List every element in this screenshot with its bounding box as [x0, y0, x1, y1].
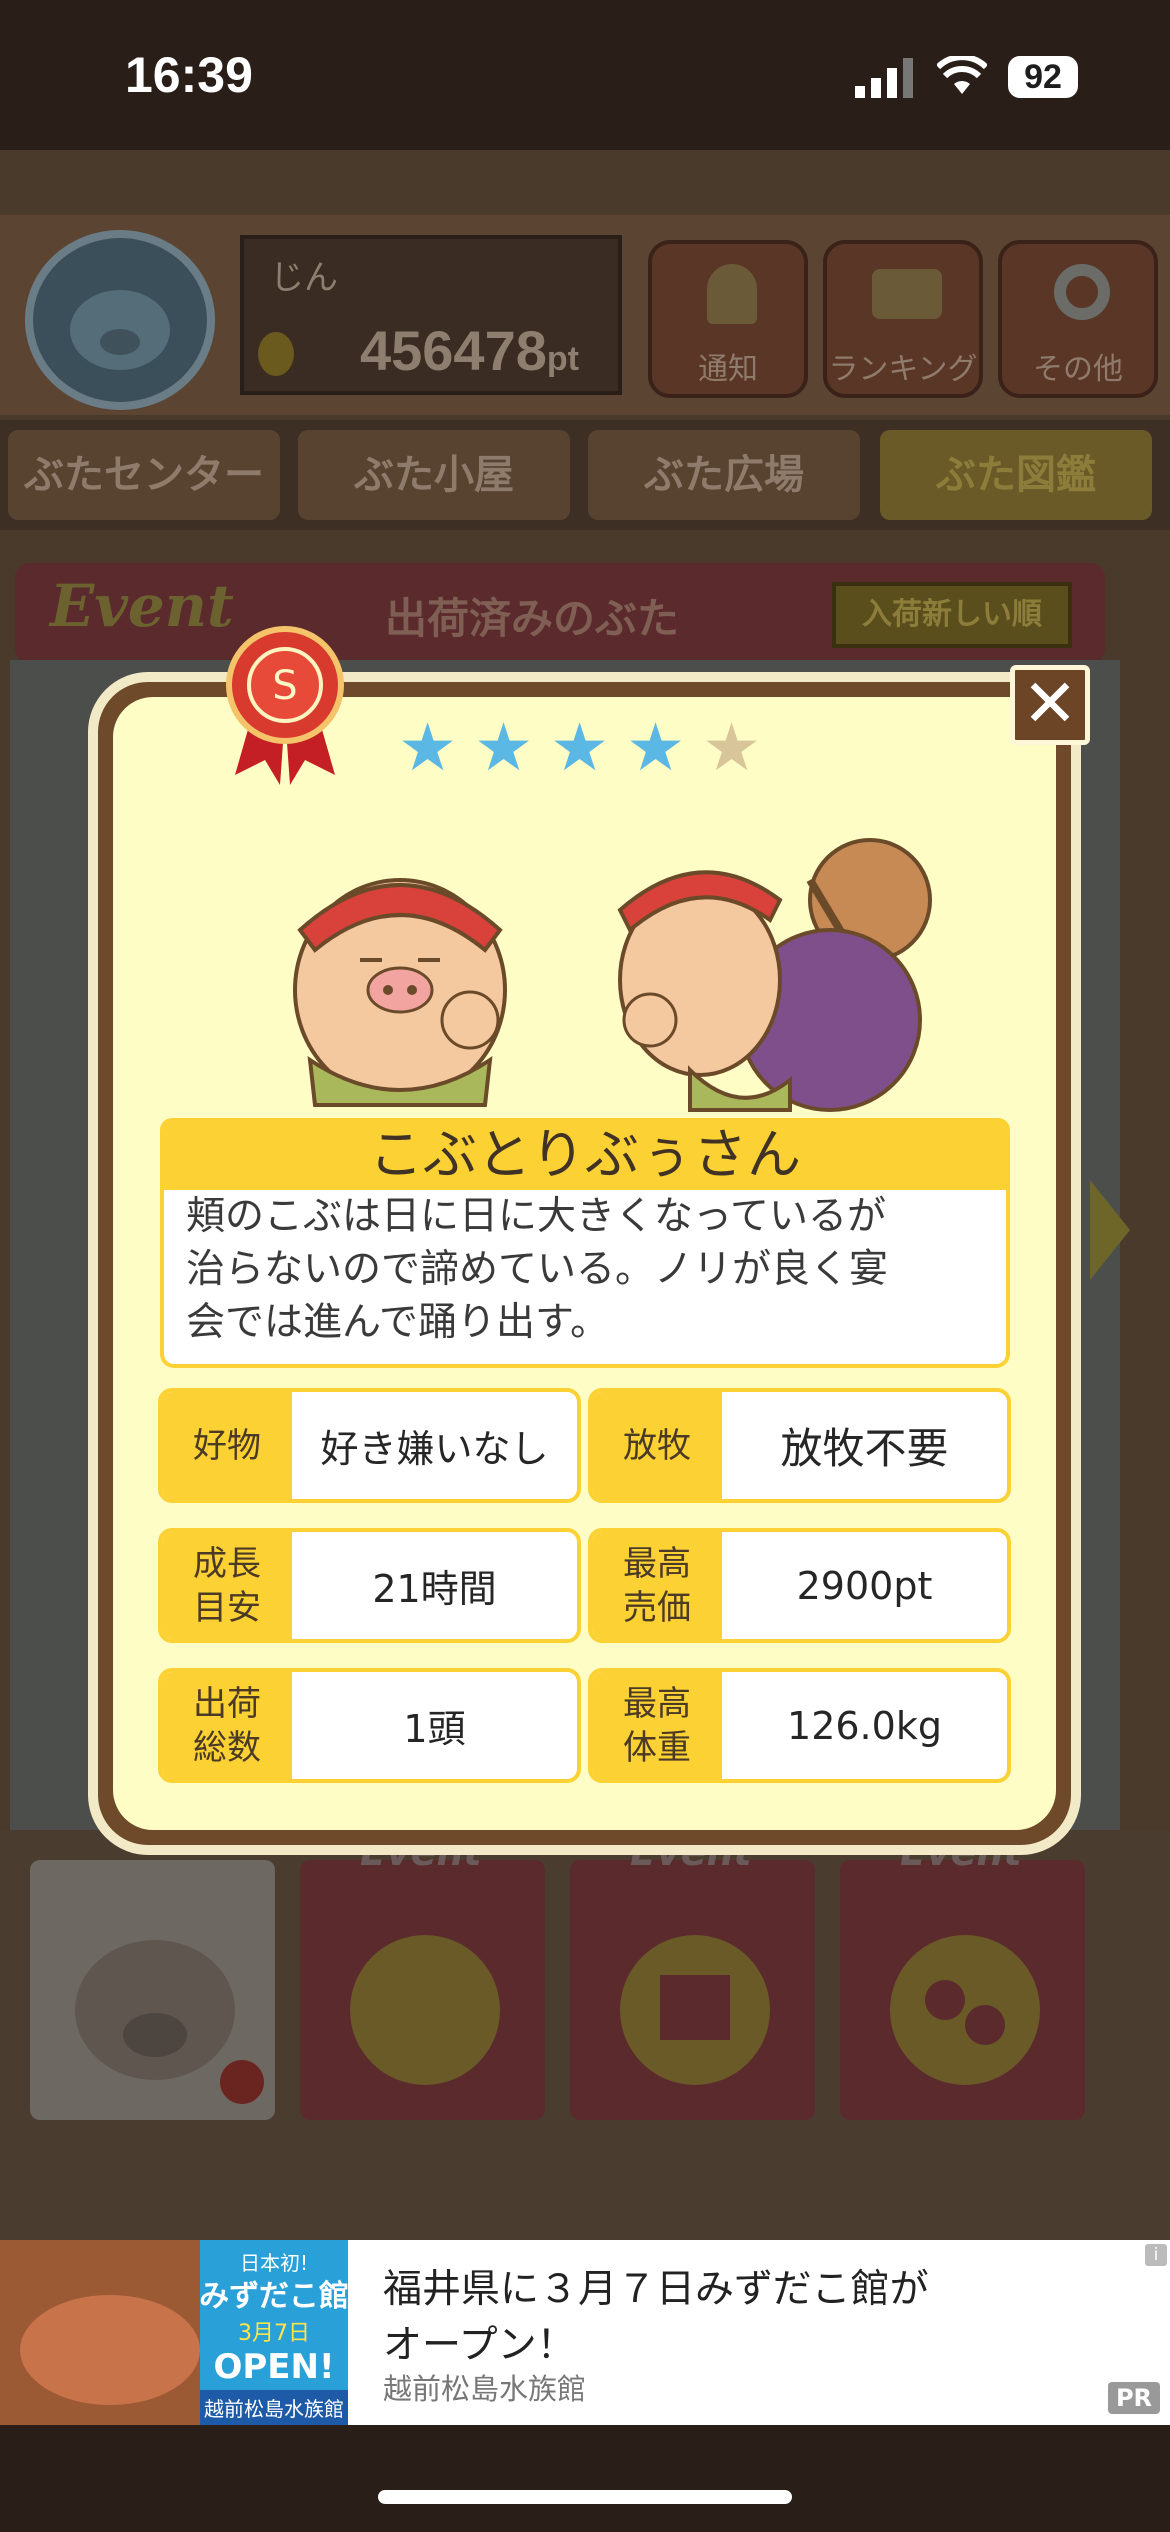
stat-grazing: 放牧 放牧不要 — [588, 1388, 1011, 1503]
player-points: 456478pt — [360, 318, 579, 383]
description-line-3: 会では進んで踊り出す。 — [186, 1300, 610, 1345]
tab-buta-encyclopedia[interactable]: ぶた図鑑 — [880, 430, 1152, 520]
stat-label: 好物 — [162, 1392, 292, 1499]
other-label: その他 — [1033, 352, 1123, 387]
status-time: 16:39 — [125, 47, 253, 103]
battery-indicator: 92 — [1008, 56, 1078, 98]
ad-image-main: みずだこ館 — [199, 2279, 348, 2314]
calendar-icon — [620, 1935, 770, 2085]
tab-buta-plaza[interactable]: ぶた広場 — [588, 430, 860, 520]
pig-notebook-icon — [75, 1940, 264, 2104]
rank-ribbon-icon: S — [226, 626, 344, 785]
star-1-icon: ★ — [398, 709, 458, 786]
event-laurel-button[interactable]: Event — [300, 1830, 545, 2120]
crown-icon — [872, 269, 942, 319]
two-pigs-icon — [890, 1935, 1040, 2085]
ad-info-icon[interactable]: i — [1145, 2244, 1167, 2266]
pig-character-illustration — [293, 838, 932, 1112]
stat-label: 最高 体重 — [592, 1672, 722, 1779]
star-4-icon: ★ — [626, 709, 686, 786]
description-line-2: 治らないので諦めている。ノリが良く宴 — [186, 1247, 889, 1292]
pig-face-icon — [70, 290, 170, 370]
stat-max-price: 最高 売価 2900pt — [588, 1528, 1011, 1643]
notification-label: 通知 — [698, 352, 758, 387]
points-unit: pt — [546, 340, 579, 378]
star-2-icon: ★ — [474, 709, 534, 786]
tab-buta-hut[interactable]: ぶた小屋 — [298, 430, 570, 520]
home-indicator-area — [0, 2425, 1170, 2532]
star-3-icon: ★ — [550, 709, 610, 786]
ad-title[interactable]: 福井県に３月７日みずだこ館が オープン！ — [383, 2262, 1083, 2374]
event-label: Event — [50, 572, 234, 640]
stat-growth-time: 成長 目安 21時間 — [158, 1528, 581, 1643]
stat-label: 放牧 — [592, 1392, 722, 1499]
event-calendar-button[interactable]: Event — [570, 1830, 815, 2120]
home-indicator[interactable] — [378, 2490, 792, 2504]
ad-source: 越前松島水族館 — [383, 2372, 587, 2406]
ad-image-top: 日本初! — [240, 2251, 308, 2275]
pig-description: 頬のこぶは日に日に大きくなっているが 治らないので諦めている。ノリが良く宴 会で… — [160, 1190, 1010, 1368]
stat-value: 1頭 — [403, 1707, 466, 1751]
laurel-pig-icon — [350, 1935, 500, 2085]
ranking-label: ランキング — [828, 352, 978, 387]
ad-image-footer: 越前松島水族館 — [204, 2397, 344, 2421]
pig-notebook-button[interactable] — [30, 1860, 275, 2120]
player-name: じん — [270, 258, 338, 298]
points-value: 456478 — [360, 319, 547, 382]
cellular-signal-icon — [855, 58, 913, 98]
stat-label: 成長 目安 — [162, 1532, 292, 1639]
pig-name: こぶとりぶぅさん — [160, 1118, 1010, 1192]
close-button[interactable]: ✕ — [1010, 665, 1090, 745]
other-button[interactable]: その他 — [998, 240, 1158, 398]
stat-value: 好き嫌いなし — [320, 1427, 549, 1471]
octopus-illustration: 日本初! みずだこ館 3月7日 OPEN! 越前松島水族館 — [0, 2240, 349, 2425]
sort-button[interactable]: 入荷新しい順 — [832, 582, 1072, 648]
ad-image-date: 3月7日 — [238, 2321, 310, 2346]
bell-icon — [707, 264, 757, 324]
stat-value: 126.0kg — [787, 1703, 942, 1748]
wifi-icon — [937, 56, 987, 94]
stat-value: 2900pt — [796, 1563, 933, 1608]
shipped-pigs-title: 出荷済みのぶた — [385, 594, 680, 643]
gear-icon — [1054, 264, 1110, 320]
stat-max-weight: 最高 体重 126.0kg — [588, 1668, 1011, 1783]
rank-letter: S — [272, 663, 297, 709]
next-page-arrow-icon[interactable] — [1090, 1180, 1130, 1280]
coin-icon — [258, 332, 294, 376]
event-two-pigs-button[interactable]: Event — [840, 1830, 1085, 2120]
stat-favorite: 好物 好き嫌いなし — [158, 1388, 581, 1503]
star-5-icon: ★ — [702, 709, 762, 786]
stat-value: 放牧不要 — [780, 1424, 949, 1473]
notification-button[interactable]: 通知 — [648, 240, 808, 398]
ad-image-open: OPEN! — [213, 2347, 334, 2387]
ad-pr-badge: PR — [1108, 2382, 1160, 2414]
player-avatar[interactable] — [25, 230, 215, 410]
stat-shipped-total: 出荷 総数 1頭 — [158, 1668, 581, 1783]
ranking-button[interactable]: ランキング — [823, 240, 983, 398]
stat-label: 出荷 総数 — [162, 1672, 292, 1779]
stat-label: 最高 売価 — [592, 1532, 722, 1639]
tab-buta-center[interactable]: ぶたセンター — [8, 430, 280, 520]
ad-image[interactable]: 日本初! みずだこ館 3月7日 OPEN! 越前松島水族館 — [0, 2240, 349, 2425]
description-line-1: 頬のこぶは日に日に大きくなっているが — [186, 1194, 887, 1239]
ad-title-line-1: 福井県に３月７日みずだこ館が — [383, 2267, 929, 2312]
stat-value: 21時間 — [372, 1567, 497, 1611]
